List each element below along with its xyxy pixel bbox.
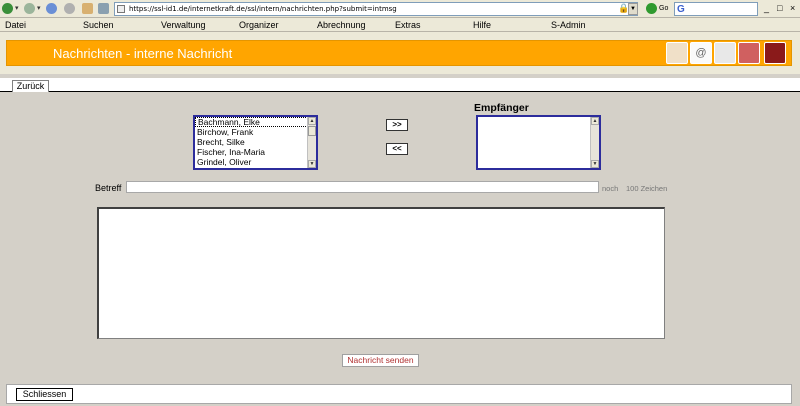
address-dropdown-icon[interactable]: ▼ <box>628 3 638 15</box>
logout-icon[interactable] <box>738 42 760 64</box>
send-message-button[interactable]: Nachricht senden <box>342 354 419 367</box>
menu-item-s-admin[interactable]: S-Admin <box>551 20 586 30</box>
list-item[interactable]: Grindel, Oliver <box>195 157 316 167</box>
browser-toolbar: ▾ ▾ https://ssl-id1.de/internetkraft.de/… <box>0 0 800 18</box>
footer-bar <box>6 384 792 404</box>
forward-icon[interactable] <box>24 3 35 14</box>
list-scrollbar[interactable]: ▲ ▼ <box>307 117 316 168</box>
scroll-down-icon[interactable]: ▼ <box>308 160 316 168</box>
list-item[interactable]: Birchow, Frank <box>195 127 316 137</box>
list-item[interactable]: Bachmann, Elke <box>195 117 316 127</box>
maximize-icon[interactable]: □ <box>777 4 782 13</box>
subject-label: Betreff <box>95 183 122 193</box>
address-bar[interactable]: https://ssl-id1.de/internetkraft.de/ssl/… <box>114 2 638 16</box>
shield-icon[interactable] <box>714 42 736 64</box>
menu-item-hilfe[interactable]: Hilfe <box>473 20 491 30</box>
back-dropdown-icon[interactable]: ▾ <box>15 4 19 12</box>
tab-strip <box>0 78 800 92</box>
page-icon <box>117 5 125 13</box>
list-item[interactable]: Brecht, Silke <box>195 137 316 147</box>
menu-item-verwaltung[interactable]: Verwaltung <box>161 20 206 30</box>
menu-item-datei[interactable]: Datei <box>5 20 26 30</box>
scroll-up-icon[interactable]: ▲ <box>591 117 599 125</box>
subject-counter-prefix: noch <box>602 184 619 193</box>
minimize-icon[interactable]: _ <box>764 4 769 13</box>
back-icon[interactable] <box>2 3 13 14</box>
home-icon[interactable] <box>82 3 93 14</box>
stop-icon[interactable] <box>46 3 57 14</box>
list-scrollbar[interactable]: ▲ ▼ <box>590 117 599 168</box>
message-textarea[interactable] <box>97 207 665 339</box>
menu-item-abrechnung[interactable]: Abrechnung <box>317 20 366 30</box>
address-url: https://ssl-id1.de/internetkraft.de/ssl/… <box>129 5 397 13</box>
menu-bar: Datei Suchen Verwaltung Organizer Abrech… <box>0 18 800 32</box>
scroll-up-icon[interactable]: ▲ <box>308 117 316 125</box>
mail-icon[interactable]: @ <box>690 42 712 64</box>
close-icon[interactable]: × <box>790 4 795 13</box>
chosen-recipients-list[interactable]: ▲ ▼ <box>476 115 601 170</box>
menu-item-organizer[interactable]: Organizer <box>239 20 279 30</box>
search-engine-icon[interactable]: G <box>677 4 685 15</box>
recipients-heading: Empfänger <box>474 102 529 114</box>
subject-input[interactable] <box>126 181 599 193</box>
scroll-thumb[interactable] <box>308 126 316 136</box>
page-title: Nachrichten - interne Nachricht <box>53 46 233 61</box>
header-band: Nachrichten - interne Nachricht @ <box>6 40 792 66</box>
trash-icon[interactable] <box>764 42 786 64</box>
list-item[interactable]: Fischer, Ina-Maria <box>195 147 316 157</box>
subject-counter: 100 Zeichen <box>626 184 668 193</box>
menu-item-suchen[interactable]: Suchen <box>83 20 114 30</box>
address-book-icon[interactable] <box>666 42 688 64</box>
close-button[interactable]: Schliessen <box>16 388 73 401</box>
refresh-icon[interactable] <box>64 3 75 14</box>
print-icon[interactable] <box>98 3 109 14</box>
add-recipient-button[interactable]: >> <box>386 119 408 131</box>
forward-dropdown-icon[interactable]: ▾ <box>37 4 41 12</box>
menu-item-extras[interactable]: Extras <box>395 20 421 30</box>
available-recipients-list[interactable]: Bachmann, Elke Birchow, Frank Brecht, Si… <box>193 115 318 170</box>
go-label[interactable]: Go <box>659 5 668 12</box>
go-icon[interactable] <box>646 3 657 14</box>
remove-recipient-button[interactable]: << <box>386 143 408 155</box>
search-input[interactable]: G <box>674 2 758 16</box>
scroll-down-icon[interactable]: ▼ <box>591 160 599 168</box>
